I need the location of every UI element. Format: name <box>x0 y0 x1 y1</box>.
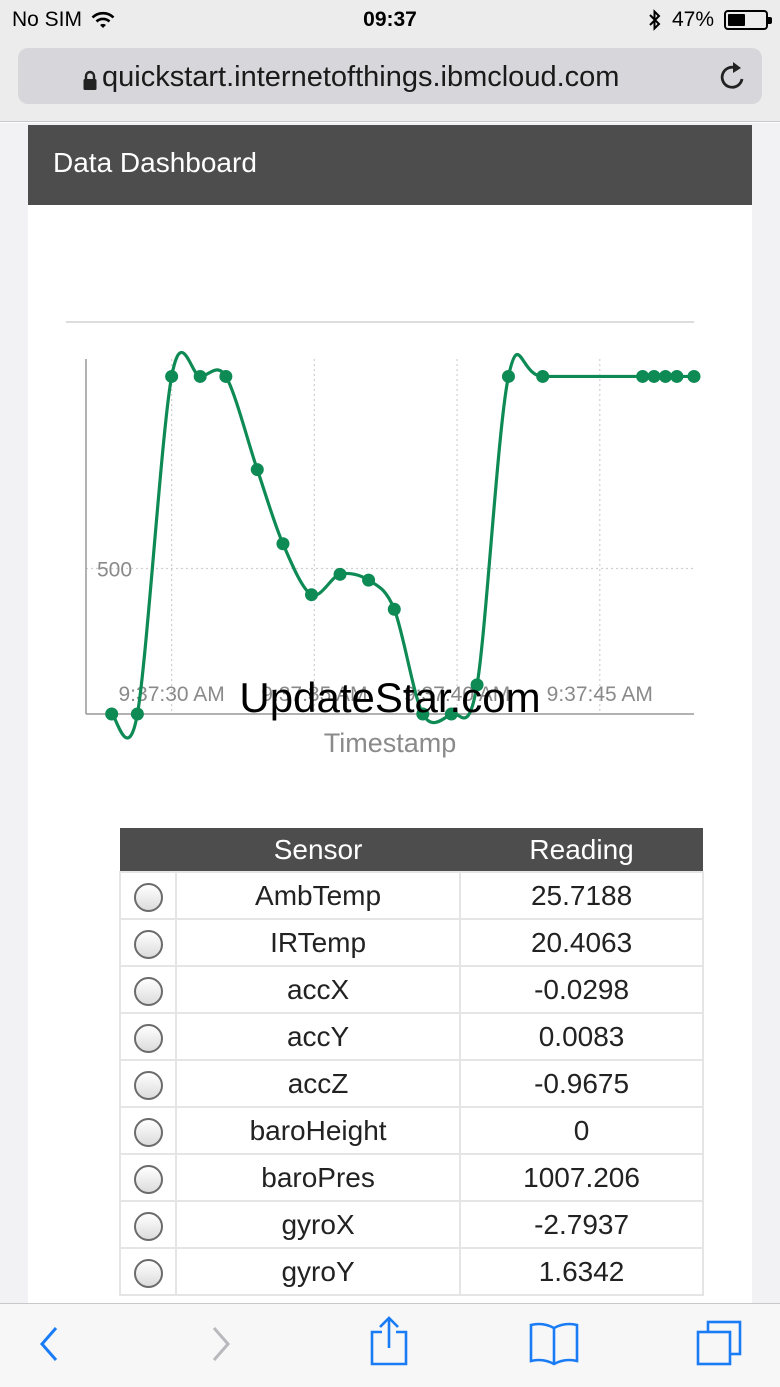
reload-icon[interactable] <box>718 60 748 92</box>
data-point <box>636 369 650 383</box>
row-select-cell <box>119 1059 177 1108</box>
sensor-radio-button[interactable] <box>133 1258 163 1288</box>
sensor-radio-button[interactable] <box>133 1211 163 1241</box>
dashboard-card: Data Dashboard 9:37:30 AM 9:37:35 AM 9:37:… <box>28 125 752 1303</box>
series-points <box>105 369 701 721</box>
data-point <box>387 602 401 616</box>
data-point <box>193 369 207 383</box>
table-row[interactable]: gyroY 1.6342 <box>119 1247 704 1296</box>
sensor-reading-cell: 25.7188 <box>459 871 704 920</box>
page-content: Data Dashboard 9:37:30 AM 9:37:35 AM 9:37:… <box>0 123 780 1303</box>
row-select-cell <box>119 1106 177 1155</box>
bookmarks-icon[interactable] <box>528 1320 580 1366</box>
sensor-name-cell: gyroY <box>174 1247 462 1296</box>
sensor-reading-cell: 0 <box>459 1106 704 1155</box>
forward-icon[interactable] <box>208 1322 234 1366</box>
sensor-radio-button[interactable] <box>133 976 163 1006</box>
browser-toolbar <box>0 1303 780 1387</box>
row-select-cell <box>119 965 177 1014</box>
url-text: quickstart.internetofthings.ibmcloud.com <box>102 61 620 93</box>
battery-icon <box>724 10 772 30</box>
x-tick-label: 9:37:30 AM <box>119 683 225 706</box>
data-point <box>219 369 233 383</box>
watermark-text: UpdateStar.com <box>239 674 540 721</box>
row-select-cell <box>119 918 177 967</box>
sensor-reading-cell: -2.7937 <box>459 1200 704 1249</box>
address-bar: quickstart.internetofthings.ibmcloud.com <box>0 40 780 122</box>
status-right: 47% <box>648 8 772 32</box>
data-point <box>276 537 290 551</box>
header-select <box>120 828 176 872</box>
sensor-name-cell: baroHeight <box>174 1106 462 1155</box>
table-row[interactable]: accZ -0.9675 <box>119 1059 704 1108</box>
row-select-cell <box>119 1247 177 1296</box>
data-point <box>670 369 684 383</box>
sensor-radio-button[interactable] <box>133 882 163 912</box>
sensor-name-cell: baroPres <box>174 1153 462 1202</box>
bluetooth-icon <box>649 9 661 31</box>
sensor-name-cell: IRTemp <box>174 918 462 967</box>
sensor-radio-button[interactable] <box>133 929 163 959</box>
y-tick-labels: 500 <box>97 559 132 582</box>
table-row[interactable]: accX -0.0298 <box>119 965 704 1014</box>
sensor-name-cell: accX <box>174 965 462 1014</box>
sensor-radio-button[interactable] <box>133 1117 163 1147</box>
row-select-cell <box>119 1200 177 1249</box>
battery-level <box>728 14 745 26</box>
x-tick-label: 9:37:45 AM <box>547 683 653 706</box>
lock-icon <box>83 70 97 90</box>
status-bar: No SIM 09:37 47% <box>0 0 780 40</box>
data-point <box>250 463 264 477</box>
sensor-reading-cell: 0.0083 <box>459 1012 704 1061</box>
sensor-name-cell: AmbTemp <box>174 871 462 920</box>
table-row[interactable]: AmbTemp 25.7188 <box>119 871 704 920</box>
readings-chart: 9:37:30 AM 9:37:35 AM 9:37:40 AM 9:37:45 AM… <box>66 321 701 758</box>
row-select-cell <box>119 871 177 920</box>
sensor-reading-cell: -0.0298 <box>459 965 704 1014</box>
sensor-table: Sensor Reading AmbTemp 25.7188 IRTemp 20.40… <box>119 828 704 1296</box>
header-reading: Reading <box>460 828 703 872</box>
chart-axes <box>85 359 694 715</box>
row-select-cell <box>119 1153 177 1202</box>
data-point <box>305 588 319 602</box>
table-row[interactable]: baroHeight 0 <box>119 1106 704 1155</box>
data-point <box>362 573 376 587</box>
table-body: AmbTemp 25.7188 IRTemp 20.4063 accX -0.0298 ac… <box>119 871 704 1296</box>
sensor-reading-cell: 1.6342 <box>459 1247 704 1296</box>
sensor-name-cell: gyroX <box>174 1200 462 1249</box>
sensor-radio-button[interactable] <box>133 1070 163 1100</box>
sensor-reading-cell: -0.9675 <box>459 1059 704 1108</box>
table-row[interactable]: accY 0.0083 <box>119 1012 704 1061</box>
header-sensor: Sensor <box>176 828 461 872</box>
data-point <box>501 369 515 383</box>
row-select-cell <box>119 1012 177 1061</box>
sensor-reading-cell: 20.4063 <box>459 918 704 967</box>
back-icon[interactable] <box>36 1322 62 1366</box>
x-axis-title: Timestamp <box>324 728 457 758</box>
data-point <box>105 707 119 721</box>
sensor-name-cell: accY <box>174 1012 462 1061</box>
data-point <box>536 369 550 383</box>
table-row[interactable]: gyroX -2.7937 <box>119 1200 704 1249</box>
data-point <box>658 369 672 383</box>
data-point <box>333 567 347 581</box>
sensor-reading-cell: 1007.206 <box>459 1153 704 1202</box>
sensor-radio-button[interactable] <box>133 1164 163 1194</box>
data-point <box>130 707 144 721</box>
sensor-radio-button[interactable] <box>133 1023 163 1053</box>
data-point <box>647 369 661 383</box>
url-field[interactable]: quickstart.internetofthings.ibmcloud.com <box>18 48 762 104</box>
data-point <box>687 369 701 383</box>
data-point <box>165 369 179 383</box>
share-icon[interactable] <box>368 1316 410 1368</box>
table-row[interactable]: IRTemp 20.4063 <box>119 918 704 967</box>
battery-percent: 47% <box>671 8 714 31</box>
chart-grid <box>86 359 694 714</box>
y-tick-label: 500 <box>97 559 132 582</box>
sensor-name-cell: accZ <box>174 1059 462 1108</box>
table-header-row: Sensor Reading <box>120 828 703 872</box>
table-row[interactable]: baroPres 1007.206 <box>119 1153 704 1202</box>
tabs-icon[interactable] <box>694 1318 746 1370</box>
